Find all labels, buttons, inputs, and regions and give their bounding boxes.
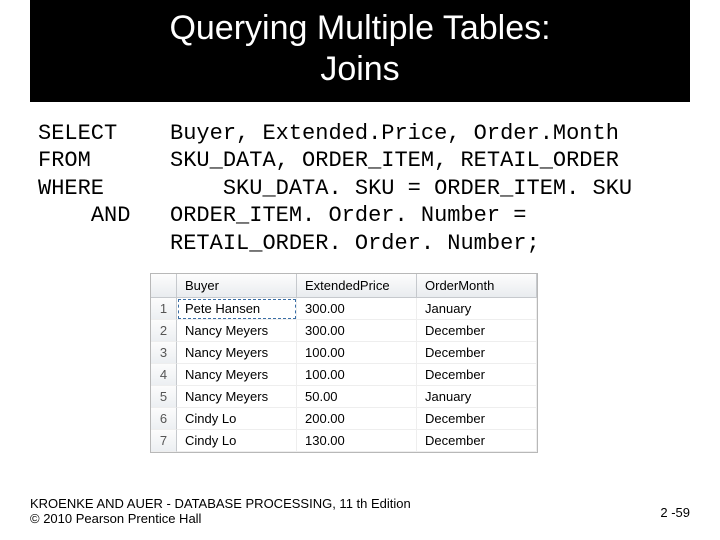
slide-title: Querying Multiple Tables: Joins: [30, 0, 690, 102]
row-header: 4: [151, 364, 177, 386]
cell-extended-price: 300.00: [297, 298, 417, 320]
cell-order-month: December: [417, 364, 537, 386]
row-header: 1: [151, 298, 177, 320]
cell-order-month: January: [417, 298, 537, 320]
cell-order-month: December: [417, 320, 537, 342]
title-line-2: Joins: [320, 50, 399, 88]
cell-order-month: December: [417, 408, 537, 430]
select-list: Buyer, Extended.Price, Order.Month: [170, 121, 619, 146]
cell-buyer: Cindy Lo: [177, 430, 297, 452]
cell-order-month: December: [417, 430, 537, 452]
slide-footer: KROENKE AND AUER - DATABASE PROCESSING, …: [30, 496, 690, 526]
cell-order-month: January: [417, 386, 537, 408]
kw-and: AND: [91, 203, 131, 228]
page-number: 2 -59: [660, 505, 690, 520]
cell-extended-price: 300.00: [297, 320, 417, 342]
column-header: OrderMonth: [417, 274, 537, 298]
column-header: Buyer: [177, 274, 297, 298]
cell-buyer: Nancy Meyers: [177, 364, 297, 386]
cell-buyer: Pete Hansen: [177, 298, 297, 320]
sql-code-block: SELECT Buyer, Extended.Price, Order.Mont…: [38, 120, 682, 258]
cell-extended-price: 50.00: [297, 386, 417, 408]
cell-buyer: Nancy Meyers: [177, 320, 297, 342]
and-cond2: RETAIL_ORDER. Order. Number;: [170, 231, 540, 256]
cell-buyer: Nancy Meyers: [177, 386, 297, 408]
row-header: 6: [151, 408, 177, 430]
title-line-1: Querying Multiple Tables:: [169, 9, 550, 47]
cell-order-month: December: [417, 342, 537, 364]
and-cond1: ORDER_ITEM. Order. Number =: [170, 203, 526, 228]
result-table: BuyerExtendedPriceOrderMonth 1Pete Hansen…: [150, 273, 538, 453]
column-header: ExtendedPrice: [297, 274, 417, 298]
table-corner: [151, 274, 177, 298]
cell-extended-price: 100.00: [297, 342, 417, 364]
row-header: 5: [151, 386, 177, 408]
footer-source: KROENKE AND AUER - DATABASE PROCESSING, …: [30, 496, 690, 511]
from-list: SKU_DATA, ORDER_ITEM, RETAIL_ORDER: [170, 148, 619, 173]
cell-buyer: Cindy Lo: [177, 408, 297, 430]
cell-extended-price: 100.00: [297, 364, 417, 386]
kw-from: FROM: [38, 148, 91, 173]
row-header: 3: [151, 342, 177, 364]
cell-buyer: Nancy Meyers: [177, 342, 297, 364]
cell-extended-price: 130.00: [297, 430, 417, 452]
cell-extended-price: 200.00: [297, 408, 417, 430]
where-cond: SKU_DATA. SKU = ORDER_ITEM. SKU: [223, 176, 632, 201]
footer-copyright: © 2010 Pearson Prentice Hall: [30, 511, 690, 526]
row-header: 2: [151, 320, 177, 342]
kw-select: SELECT: [38, 121, 117, 146]
kw-where: WHERE: [38, 176, 104, 201]
row-header: 7: [151, 430, 177, 452]
